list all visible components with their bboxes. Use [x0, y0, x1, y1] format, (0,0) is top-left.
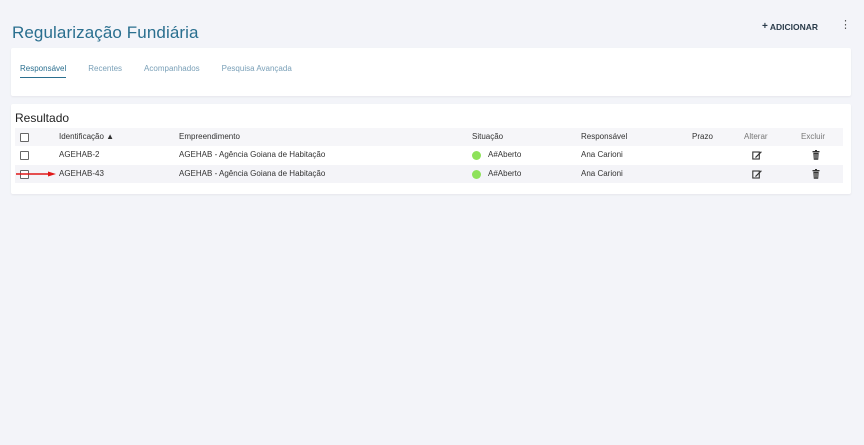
- status-open-icon: [472, 170, 481, 179]
- more-options-icon[interactable]: ⋮: [840, 18, 851, 32]
- column-header-empreendimento[interactable]: Empreendimento: [179, 128, 240, 146]
- tab-responsavel[interactable]: Responsável: [20, 64, 67, 78]
- table-header-row: Identificação ▲ Empreendimento Situação …: [15, 128, 843, 146]
- tab-pesquisa-avancada[interactable]: Pesquisa Avançada: [222, 64, 292, 78]
- tab-recentes[interactable]: Recentes: [88, 64, 122, 78]
- row-checkbox[interactable]: [20, 151, 29, 160]
- edit-icon[interactable]: [752, 150, 762, 160]
- row-identificacao[interactable]: AGEHAB-2: [59, 146, 99, 164]
- tabs-panel: Responsável Recentes Acompanhados Pesqui…: [11, 48, 851, 96]
- red-arrow-annotation: [16, 171, 56, 177]
- add-button[interactable]: + ADICIONAR: [762, 21, 818, 32]
- page-title: Regularização Fundiária: [12, 23, 199, 42]
- edit-icon[interactable]: [752, 169, 762, 179]
- row-situacao: A#Aberto: [488, 150, 522, 159]
- column-header-excluir: Excluir: [801, 132, 826, 141]
- trash-icon[interactable]: [811, 150, 821, 160]
- column-header-prazo[interactable]: Prazo: [692, 128, 713, 146]
- column-header-identificacao[interactable]: Identificação ▲: [59, 128, 114, 146]
- row-responsavel: Ana Carioni: [581, 169, 623, 178]
- row-empreendimento: AGEHAB - Agência Goiana de Habitação: [179, 169, 326, 178]
- column-header-situacao[interactable]: Situação: [472, 128, 503, 146]
- result-title: Resultado: [15, 111, 70, 125]
- table-row[interactable]: AGEHAB-2 AGEHAB - Agência Goiana de Habi…: [15, 146, 843, 164]
- table-row[interactable]: AGEHAB-43 AGEHAB - Agência Goiana de Hab…: [15, 165, 843, 183]
- column-header-alterar: Alterar: [744, 132, 768, 141]
- trash-icon[interactable]: [811, 169, 821, 179]
- status-open-icon: [472, 151, 481, 160]
- plus-icon: +: [762, 21, 768, 32]
- column-header-responsavel[interactable]: Responsável: [581, 128, 627, 146]
- row-responsavel: Ana Carioni: [581, 150, 623, 159]
- select-all-checkbox[interactable]: [20, 133, 29, 142]
- add-button-label: ADICIONAR: [769, 21, 819, 32]
- tab-acompanhados[interactable]: Acompanhados: [144, 64, 200, 78]
- row-identificacao[interactable]: AGEHAB-43: [59, 165, 104, 183]
- result-panel: Resultado Identificação ▲ Empreendimento…: [11, 104, 851, 194]
- row-empreendimento: AGEHAB - Agência Goiana de Habitação: [179, 150, 326, 159]
- row-situacao: A#Aberto: [488, 169, 522, 178]
- tab-bar: Responsável Recentes Acompanhados Pesqui…: [20, 64, 314, 78]
